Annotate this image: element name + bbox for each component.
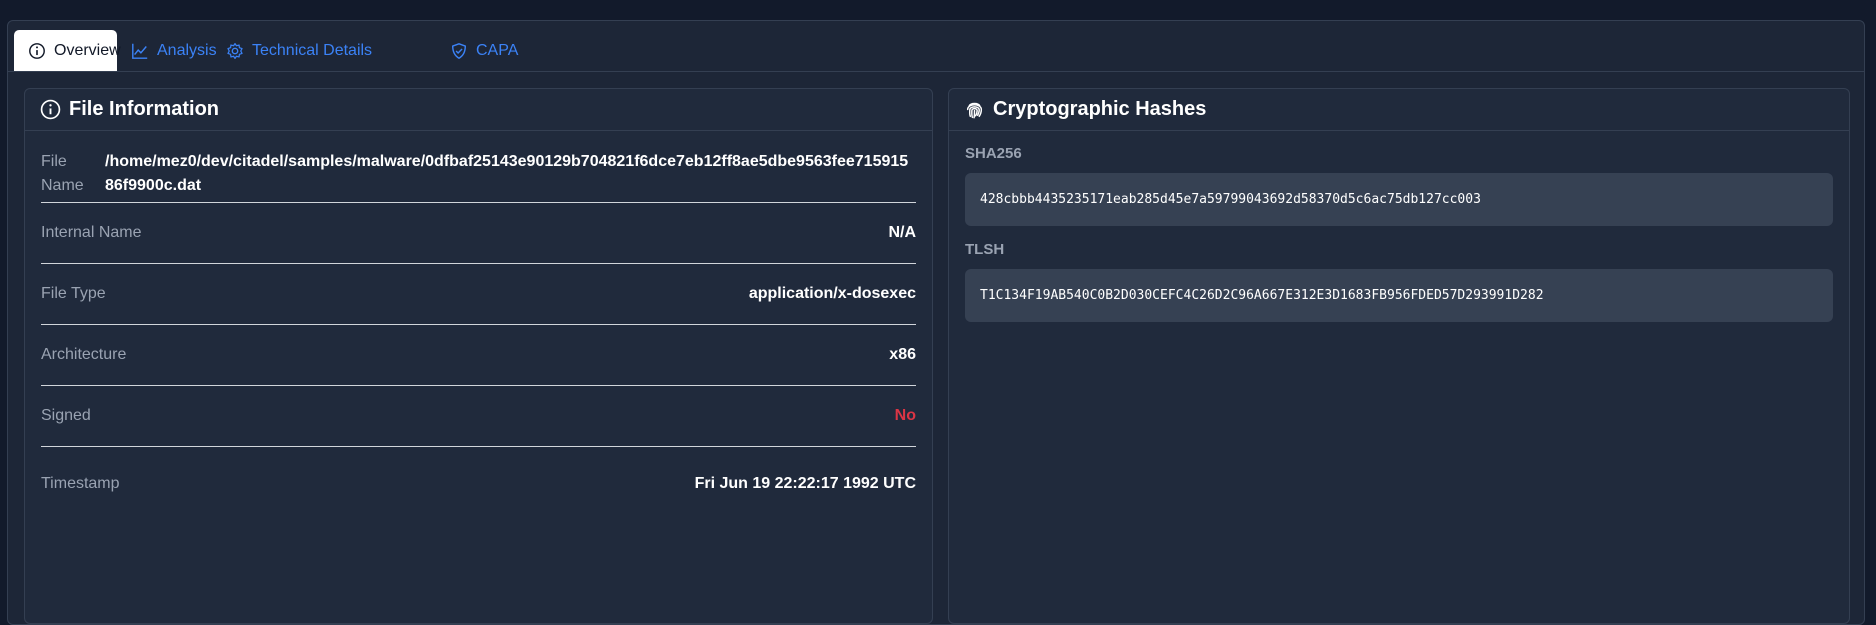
info-label: Architecture	[41, 345, 127, 363]
info-circle-icon	[29, 42, 45, 59]
tab-overview[interactable]: Overview	[14, 30, 121, 71]
tlsh-value[interactable]: T1C134F19AB540C0B2D030CEFC4C26D2C96A667E…	[965, 269, 1833, 322]
gear-icon	[227, 42, 243, 59]
info-label: File Type	[41, 284, 106, 302]
card-header: Cryptographic Hashes	[949, 89, 1849, 131]
chart-line-icon	[132, 43, 148, 59]
sha256-label: SHA256	[965, 145, 1022, 162]
architecture-row: Architecture x86	[41, 324, 916, 386]
tab-label: Overview	[54, 41, 121, 59]
shield-check-icon	[451, 42, 467, 59]
info-value: Fri Jun 19 22:22:17 1992 UTC	[694, 475, 916, 492]
info-value: application/x-dosexec	[748, 284, 916, 302]
file-name-label: File Name	[41, 153, 84, 194]
file-type-row: File Type application/x-dosexec	[41, 263, 916, 325]
info-circle-icon	[40, 99, 61, 120]
tlsh-label: TLSH	[965, 241, 1005, 258]
cryptographic-hashes-card: Cryptographic Hashes SHA256 428cbbb44352…	[948, 88, 1850, 624]
file-information-card: File Information File Name /home/mez0/de…	[24, 88, 933, 624]
info-label: Signed	[41, 406, 91, 424]
info-label: Internal Name	[41, 223, 142, 241]
fingerprint-icon	[966, 102, 983, 119]
details-panel: Overview Analysis Technical Details CAPA…	[7, 20, 1865, 625]
card-title: Cryptographic Hashes	[993, 98, 1207, 120]
tab-label: Technical Details	[252, 41, 373, 59]
tab-capa[interactable]: CAPA	[436, 30, 532, 71]
tab-label: CAPA	[476, 41, 519, 59]
info-value: x86	[889, 345, 916, 363]
signed-status: No	[894, 406, 916, 424]
card-title: File Information	[69, 98, 219, 120]
info-value: N/A	[888, 223, 916, 241]
info-label: Timestamp	[41, 475, 120, 492]
signed-row: Signed No	[41, 385, 916, 447]
tab-bar: Overview Analysis Technical Details CAPA	[8, 21, 1864, 72]
file-name-row: File Name /home/mez0/dev/citadel/samples…	[41, 150, 916, 203]
timestamp-row: Timestamp Fri Jun 19 22:22:17 1992 UTC	[41, 446, 916, 522]
tab-technical-details[interactable]: Technical Details	[212, 30, 386, 71]
sha256-value[interactable]: 428cbbb4435235171eab285d45e7a59799043692…	[965, 173, 1833, 226]
internal-name-row: Internal Name N/A	[41, 202, 916, 264]
card-header: File Information	[25, 89, 932, 131]
file-name-value: /home/mez0/dev/citadel/samples/malware/0…	[105, 153, 909, 194]
tab-label: Analysis	[157, 41, 217, 59]
